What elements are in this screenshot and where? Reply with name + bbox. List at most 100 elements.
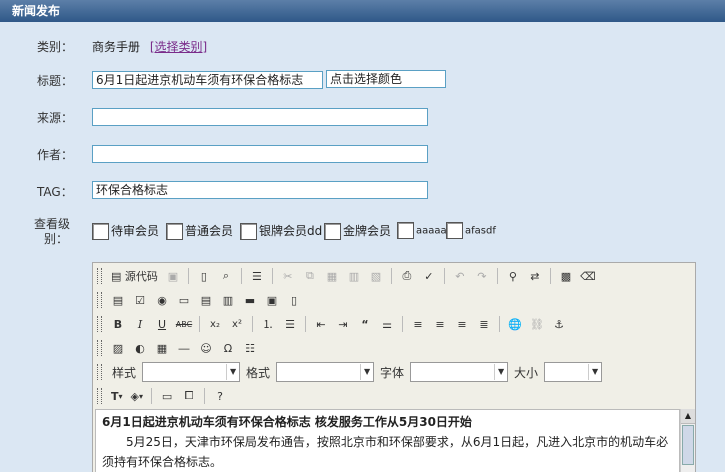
- checkbox-box[interactable]: [446, 222, 463, 239]
- show-blocks-icon[interactable]: ⧠: [179, 386, 199, 406]
- select-field-icon[interactable]: ▥: [218, 290, 238, 310]
- image-button-icon[interactable]: ▣: [262, 290, 282, 310]
- color-picker-input[interactable]: 点击选择颜色: [326, 70, 446, 88]
- checkbox-label: 银牌会员dd: [259, 224, 323, 238]
- underline-icon[interactable]: U: [152, 314, 172, 334]
- toolbar-grip: [97, 388, 102, 404]
- text-color-icon[interactable]: T ▾: [108, 386, 126, 406]
- table-icon[interactable]: ▦: [152, 338, 172, 358]
- chevron-down-icon: ▼: [360, 364, 373, 380]
- level-checkbox-0[interactable]: 待审会员: [92, 222, 159, 240]
- toolbar-separator: [443, 268, 445, 284]
- tag-label: TAG：: [37, 185, 73, 199]
- source-input[interactable]: [92, 108, 428, 126]
- checkbox-label: 普通会员: [185, 224, 234, 238]
- editor-scrollbar[interactable]: ▲: [680, 409, 695, 472]
- background-color-icon[interactable]: ◈ ▾: [128, 386, 146, 406]
- source-code-button[interactable]: ▤ 源代码: [108, 266, 161, 286]
- cut-icon[interactable]: ✂: [278, 266, 298, 286]
- flash-icon[interactable]: ◐: [130, 338, 150, 358]
- category-row: 商务手册 [选择类别]: [92, 38, 207, 55]
- rich-text-editor: ▤ 源代码 ▣ ▯ ⌕ ☰ ✂ ⧉ ▦ ▥ ▧ ⎙ ✓ ↶ ↷ ⚲ ⇄ ▩ ⌫ …: [92, 262, 696, 472]
- select-all-icon[interactable]: ▩: [556, 266, 576, 286]
- textfield-icon[interactable]: ▭: [174, 290, 194, 310]
- spellcheck-icon[interactable]: ✓: [419, 266, 439, 286]
- align-center-icon[interactable]: ≡: [430, 314, 450, 334]
- print-icon[interactable]: ⎙: [397, 266, 417, 286]
- maximize-icon[interactable]: ▭: [157, 386, 177, 406]
- outdent-icon[interactable]: ⇤: [311, 314, 331, 334]
- level-checkbox-4[interactable]: aaaaa: [397, 222, 447, 239]
- checkbox-box[interactable]: [166, 223, 183, 240]
- article-paragraph: 5月25日，天津市环保局发布通告，按照北京市和环保部要求，从6月1日起，凡进入北…: [102, 435, 669, 469]
- paste-text-icon[interactable]: ▥: [344, 266, 364, 286]
- preview-icon[interactable]: ⌕: [216, 266, 236, 286]
- format-select[interactable]: ▼: [276, 362, 375, 382]
- strikethrough-icon[interactable]: ABC: [174, 314, 194, 334]
- copy-icon[interactable]: ⧉: [300, 266, 320, 286]
- page-break-icon[interactable]: ☷: [240, 338, 260, 358]
- checkbox-box[interactable]: [92, 223, 109, 240]
- align-left-icon[interactable]: ≡: [408, 314, 428, 334]
- div-container-icon[interactable]: ⚌: [377, 314, 397, 334]
- superscript-icon[interactable]: x²: [227, 314, 247, 334]
- author-input[interactable]: [92, 145, 428, 163]
- level-checkbox-2[interactable]: 银牌会员dd: [240, 222, 322, 240]
- align-right-icon[interactable]: ≡: [452, 314, 472, 334]
- toolbar-grip: [97, 340, 102, 356]
- bold-icon[interactable]: B: [108, 314, 128, 334]
- link-icon[interactable]: 🌐: [505, 314, 525, 334]
- bulleted-list-icon[interactable]: ☰: [280, 314, 300, 334]
- horizontal-rule-icon[interactable]: ―: [174, 338, 194, 358]
- smiley-icon[interactable]: ☺: [196, 338, 216, 358]
- headline-input[interactable]: 6月1日起进京机动车须有环保合格标志: [92, 71, 323, 89]
- remove-format-icon[interactable]: ⌫: [578, 266, 598, 286]
- level-checkbox-1[interactable]: 普通会员: [166, 222, 233, 240]
- toolbar-separator: [549, 268, 551, 284]
- special-char-icon[interactable]: Ω: [218, 338, 238, 358]
- anchor-icon[interactable]: ⚓: [549, 314, 569, 334]
- style-select[interactable]: ▼: [142, 362, 241, 382]
- checkbox-box[interactable]: [324, 223, 341, 240]
- level-checkbox-3[interactable]: 金牌会员: [324, 222, 391, 240]
- radio-icon[interactable]: ◉: [152, 290, 172, 310]
- numbered-list-icon[interactable]: ⒈: [258, 314, 278, 334]
- image-icon[interactable]: ▨: [108, 338, 128, 358]
- indent-icon[interactable]: ⇥: [333, 314, 353, 334]
- author-label: 作者：: [37, 148, 74, 162]
- form-icon[interactable]: ▤: [108, 290, 128, 310]
- scroll-up-icon[interactable]: ▲: [681, 409, 695, 424]
- textarea-icon[interactable]: ▤: [196, 290, 216, 310]
- tag-input[interactable]: 环保合格标志: [92, 181, 428, 199]
- checkbox-box[interactable]: [397, 222, 414, 239]
- save-icon[interactable]: ▣: [163, 266, 183, 286]
- checkbox-box[interactable]: [240, 223, 257, 240]
- checkbox-icon[interactable]: ☑: [130, 290, 150, 310]
- checkbox-label: aaaaa: [416, 225, 447, 237]
- about-icon[interactable]: ?: [210, 386, 230, 406]
- choose-category-link[interactable]: [选择类别]: [150, 40, 207, 54]
- paste-word-icon[interactable]: ▧: [366, 266, 386, 286]
- blockquote-icon[interactable]: “: [355, 314, 375, 334]
- italic-icon[interactable]: I: [130, 314, 150, 334]
- size-select[interactable]: ▼: [544, 362, 603, 382]
- paste-icon[interactable]: ▦: [322, 266, 342, 286]
- hidden-field-icon[interactable]: ▯: [284, 290, 304, 310]
- redo-icon[interactable]: ↷: [472, 266, 492, 286]
- subscript-icon[interactable]: x₂: [205, 314, 225, 334]
- find-icon[interactable]: ⚲: [503, 266, 523, 286]
- source-icon: ▤: [111, 269, 122, 283]
- unlink-icon[interactable]: ⛓: [527, 314, 547, 334]
- new-page-icon[interactable]: ▯: [194, 266, 214, 286]
- level-checkbox-5[interactable]: afasdf: [446, 222, 496, 239]
- category-label: 类别：: [37, 40, 74, 54]
- editor-content[interactable]: 6月1日起进京机动车须有环保合格标志 核发服务工作从5月30日开始 5月25日，…: [95, 409, 680, 472]
- font-select[interactable]: ▼: [410, 362, 509, 382]
- toolbar-separator: [187, 268, 189, 284]
- align-justify-icon[interactable]: ≣: [474, 314, 494, 334]
- templates-icon[interactable]: ☰: [247, 266, 267, 286]
- undo-icon[interactable]: ↶: [450, 266, 470, 286]
- scrollbar-thumb[interactable]: [682, 425, 694, 465]
- button-field-icon[interactable]: ▬: [240, 290, 260, 310]
- replace-icon[interactable]: ⇄: [525, 266, 545, 286]
